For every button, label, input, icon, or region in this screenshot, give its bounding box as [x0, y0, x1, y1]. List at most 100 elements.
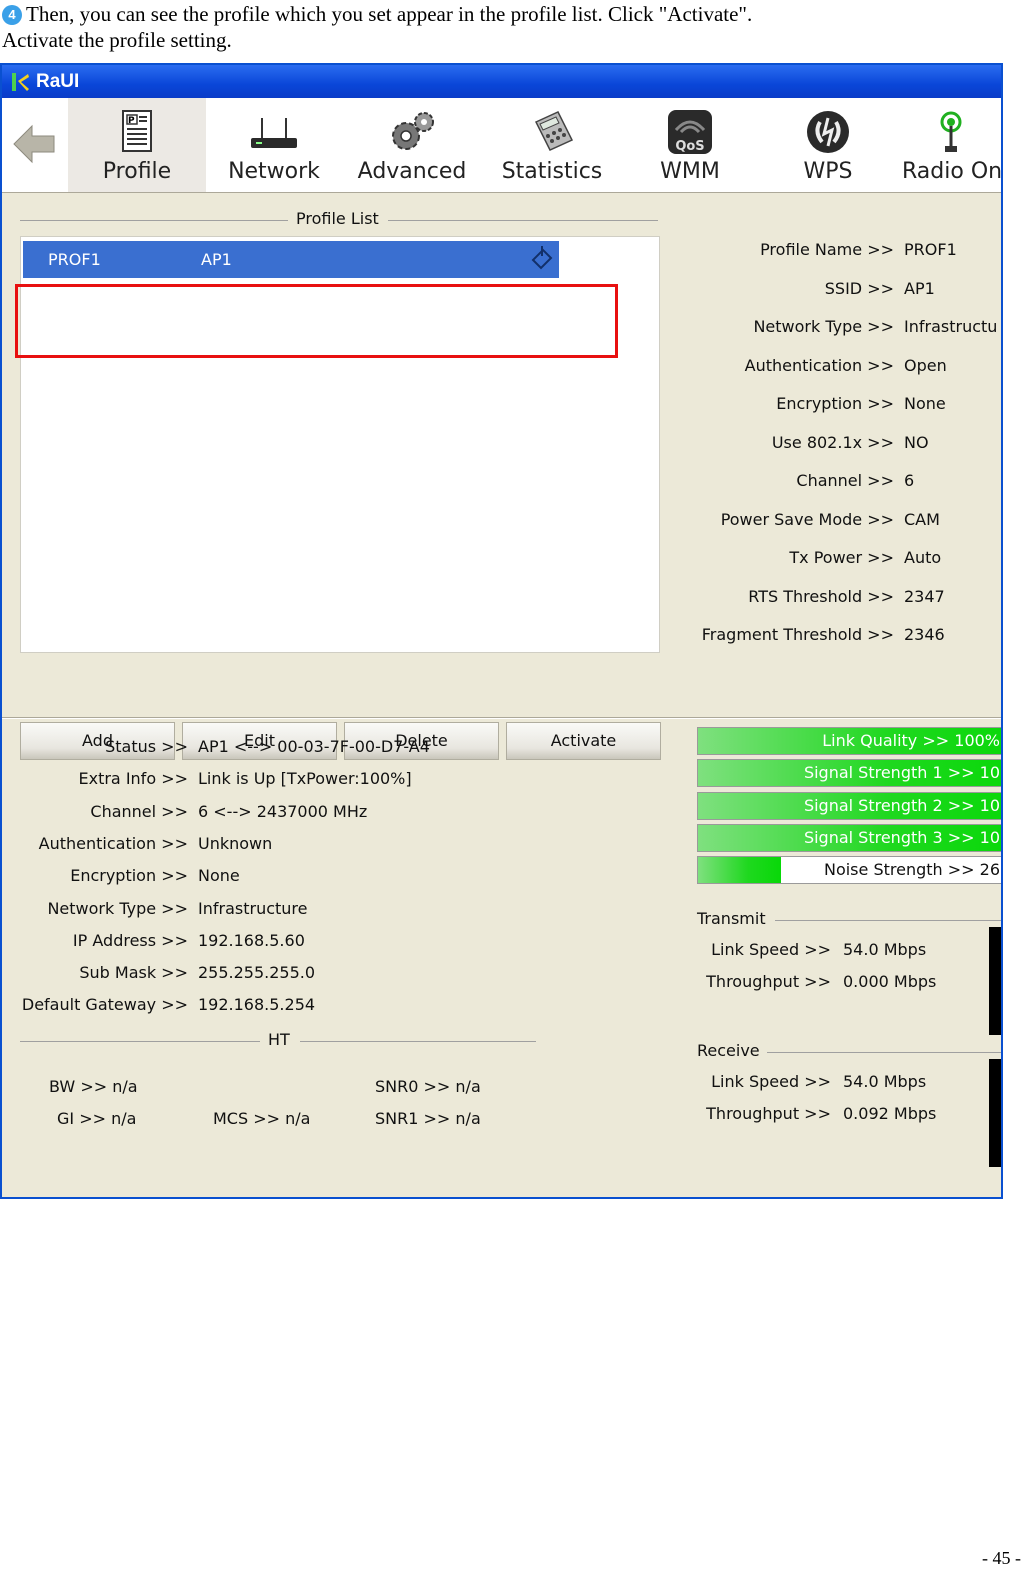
tab-wmm[interactable]: QoS WMM: [622, 98, 758, 192]
tab-statistics[interactable]: Statistics: [482, 98, 622, 192]
status-label: Authentication >>: [38, 833, 188, 853]
tab-advanced[interactable]: Advanced: [342, 98, 482, 192]
status-label: IP Address >>: [72, 930, 188, 950]
status-value: 192.168.5.60: [198, 930, 305, 950]
step-number-icon: 4: [2, 5, 22, 25]
wps-icon: [807, 111, 849, 153]
profile-detail-label: Power Save Mode >>: [720, 509, 894, 529]
status-value: 192.168.5.254: [198, 995, 316, 1015]
profile-detail-label: Channel >>: [796, 471, 894, 490]
profile-list-title: Profile List: [296, 209, 379, 228]
status-label: Network Type >>: [47, 898, 188, 918]
receive-throughput-label: Throughput >>: [706, 1104, 831, 1123]
profile-document-icon: P: [122, 110, 152, 152]
status-value: Unknown: [198, 833, 273, 853]
status-section: Status >> AP1 <--> 00-03-7F-00-D7-A4 Extra…: [2, 719, 1001, 1197]
instruction-line-1: 4 Then, you can see the profile which you…: [2, 2, 752, 27]
profile-detail-label: SSID >>: [824, 278, 894, 298]
signal-connect-icon: [531, 246, 553, 270]
signal-bar-text: Link Quality >> 100%: [822, 731, 1000, 750]
profile-detail-value: PROF1: [904, 240, 957, 259]
receive-link-speed-label: Link Speed >>: [711, 1072, 831, 1091]
ht-snr0: SNR0 >> n/a: [375, 1077, 481, 1096]
raui-window: RaUI P Profile Network Advanced Statisti…: [0, 63, 1003, 1199]
calculator-icon: [534, 111, 574, 151]
profile-detail-value: Auto: [904, 548, 942, 567]
status-value: Infrastructure: [198, 898, 308, 918]
receive-throughput-value: 0.092 Mbps: [843, 1104, 937, 1123]
callout-highlight-box: [15, 284, 618, 358]
status-value: None: [198, 866, 240, 886]
profile-detail-label: Authentication >>: [744, 355, 894, 375]
router-icon: [251, 118, 297, 148]
signal-bar: Link Quality >> 100%: [697, 727, 1001, 755]
tab-network-label: Network: [228, 159, 320, 184]
transmit-throughput-value: 0.000 Mbps: [843, 972, 937, 991]
status-label: Channel >>: [90, 801, 188, 821]
tab-wps-label: WPS: [803, 159, 853, 184]
profile-list-group-line-left: [20, 220, 288, 221]
tab-advanced-label: Advanced: [357, 159, 467, 184]
profile-detail-value: Infrastructu: [904, 317, 998, 336]
profile-section: Profile List PROF1 AP1 Add Edit Delete A…: [2, 192, 1001, 760]
ht-snr1: SNR1 >> n/a: [375, 1109, 481, 1128]
ht-group-line-right: [300, 1041, 536, 1042]
window-title: RaUI: [36, 70, 80, 92]
toolbar: P Profile Network Advanced Statistics Qo…: [2, 98, 1001, 193]
receive-title: Receive: [697, 1041, 760, 1060]
profile-detail-value: CAM: [904, 509, 940, 529]
tab-wps[interactable]: WPS: [758, 98, 898, 192]
profile-list-row[interactable]: PROF1 AP1: [23, 241, 559, 278]
status-label: Extra Info >>: [78, 769, 189, 789]
signal-bar: Signal Strength 3 >> 10: [697, 823, 1001, 852]
profile-detail-label: Network Type >>: [753, 317, 894, 336]
signal-bar-text: Signal Strength 1 >> 10: [803, 763, 1000, 783]
status-value: Link is Up [TxPower:100%]: [198, 769, 412, 789]
back-button[interactable]: [2, 98, 66, 192]
profile-detail-value: Open: [904, 355, 947, 375]
profile-list-group-line-right: [388, 220, 658, 221]
tab-statistics-label: Statistics: [501, 159, 603, 184]
signal-bar-text: Signal Strength 2 >> 10: [803, 795, 1000, 815]
ht-gi: GI >> n/a: [57, 1109, 137, 1128]
profile-detail-value: 6: [904, 471, 915, 490]
status-value: AP1 <--> 00-03-7F-00-D7-A4: [198, 737, 430, 756]
signal-bar: Noise Strength >> 26: [697, 856, 1001, 885]
receive-group-line: [767, 1052, 1001, 1053]
ht-mcs: MCS >> n/a: [213, 1109, 311, 1128]
transmit-group-line: [775, 920, 1001, 921]
instruction-text-1: Then, you can see the profile which you …: [26, 2, 753, 26]
profile-detail-label: RTS Threshold >>: [748, 586, 894, 606]
tab-network[interactable]: Network: [206, 98, 342, 192]
signal-bar: Signal Strength 1 >> 10: [697, 759, 1001, 788]
status-label: Default Gateway >>: [21, 995, 188, 1015]
tab-profile[interactable]: P Profile: [68, 98, 206, 192]
radio-antenna-icon: [940, 111, 962, 152]
status-label: Sub Mask >>: [79, 963, 188, 983]
profile-row-ssid: AP1: [201, 250, 232, 269]
instruction-line-2: Activate the profile setting.: [2, 28, 232, 52]
ralink-logo-icon: [12, 72, 29, 91]
title-bar: RaUI: [2, 65, 1001, 98]
status-label: Status >>: [105, 737, 188, 756]
profile-detail-value: 2347: [904, 586, 945, 606]
transmit-link-speed-value: 54.0 Mbps: [843, 940, 927, 959]
receive-link-speed-value: 54.0 Mbps: [843, 1072, 927, 1091]
signal-bar-text: Noise Strength >> 26: [823, 860, 1000, 880]
transmit-link-speed-label: Link Speed >>: [711, 940, 831, 959]
status-value: 6 <--> 2437000 MHz: [198, 801, 368, 821]
qos-icon: QoS: [668, 110, 712, 154]
tab-radio-on[interactable]: Radio On/: [898, 98, 1001, 192]
ht-title: HT: [268, 1030, 290, 1049]
page-number: - 45 -: [982, 1548, 1021, 1568]
svg-text:P: P: [128, 116, 135, 126]
tab-wmm-label: WMM: [660, 159, 720, 184]
transmit-graph: [989, 927, 1001, 1035]
ht-group-line-left: [20, 1041, 260, 1042]
signal-bar-fill: [698, 857, 781, 884]
profile-detail-value: AP1: [904, 278, 935, 298]
profile-detail-value: NO: [904, 432, 929, 452]
signal-bar: Signal Strength 2 >> 10: [697, 791, 1001, 820]
back-arrow-icon: [13, 124, 55, 164]
signal-bar-text: Signal Strength 3 >> 10: [803, 827, 1000, 847]
